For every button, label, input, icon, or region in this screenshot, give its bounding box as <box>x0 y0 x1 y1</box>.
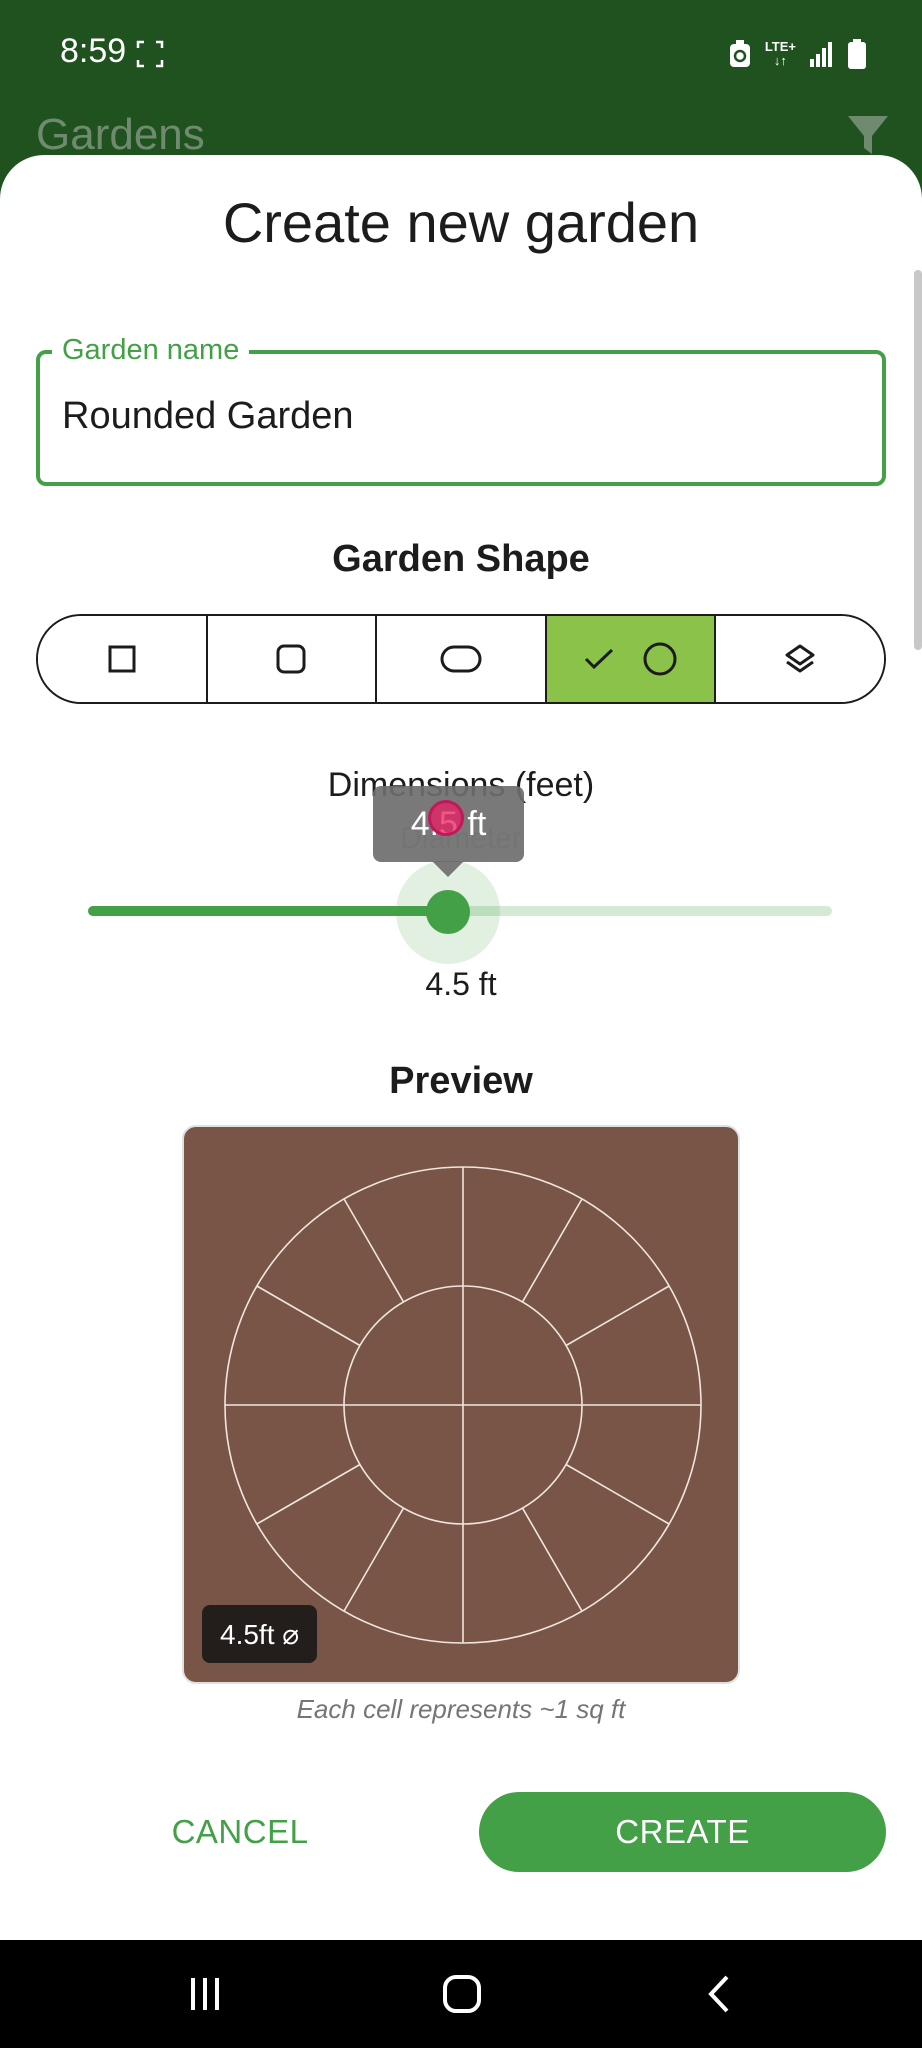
battery-icon <box>848 39 866 69</box>
outer-divider <box>565 1463 670 1525</box>
create-button[interactable]: CREATE <box>479 1792 886 1872</box>
outer-divider <box>565 1285 670 1347</box>
shape-option-circle[interactable] <box>546 616 717 702</box>
home-button[interactable] <box>432 1964 492 2024</box>
shape-option-pill[interactable] <box>377 616 547 702</box>
dialog-title: Create new garden <box>222 191 700 254</box>
outer-divider <box>521 1198 583 1303</box>
back-button[interactable] <box>690 1964 750 2024</box>
signal-icon <box>810 42 832 67</box>
layers-icon <box>785 644 815 673</box>
diameter-slider-active <box>88 906 448 916</box>
circle-icon <box>643 642 677 676</box>
circular-garden-grid <box>224 1166 702 1644</box>
scrollbar[interactable] <box>914 270 922 650</box>
data-saver-icon <box>729 40 750 67</box>
preview-caption: Each cell represents ~1 sq ft <box>296 1694 626 1724</box>
screenshot-icon <box>136 40 164 68</box>
shape-option-layers[interactable] <box>716 616 884 702</box>
filter-icon[interactable] <box>846 114 890 158</box>
diameter-value: 4.5 ft <box>425 966 497 1002</box>
home-icon <box>443 1975 481 2013</box>
check-icon <box>584 648 613 670</box>
status-time: 8:59 <box>60 32 127 70</box>
garden-preview: 4.5ft ⌀ <box>182 1125 740 1684</box>
status-icons: LTE+ ↓↑ <box>729 36 866 72</box>
diameter-slider-thumb[interactable] <box>426 890 470 934</box>
diameter-badge: 4.5ft ⌀ <box>202 1605 318 1663</box>
cancel-button[interactable]: CANCEL <box>140 1792 340 1872</box>
preview-title: Preview <box>389 1060 533 1102</box>
outer-divider <box>521 1507 583 1612</box>
outer-divider <box>256 1285 361 1347</box>
back-icon <box>708 1975 729 2013</box>
data-arrows-icon: ↓↑ <box>773 53 787 68</box>
garden-name-value[interactable]: Rounded Garden <box>62 395 354 438</box>
outer-divider <box>343 1198 405 1303</box>
app-bar-title: Gardens <box>36 110 205 159</box>
network-type: LTE+ ↓↑ <box>764 39 796 68</box>
shape-option-rounded-square[interactable] <box>207 616 378 702</box>
recents-icon <box>191 1978 219 2010</box>
garden-name-label: Garden name <box>52 334 250 367</box>
shape-option-square[interactable] <box>38 616 208 702</box>
square-icon <box>108 645 136 673</box>
shape-selector <box>36 614 886 704</box>
tooltip-arrow <box>432 861 464 877</box>
recents-button[interactable] <box>175 1964 235 2024</box>
touch-indicator <box>428 800 464 836</box>
outer-divider <box>256 1463 361 1525</box>
status-bar: 8:59 LTE+ ↓↑ <box>0 0 922 110</box>
system-nav-bar <box>0 1940 922 2048</box>
outer-divider <box>343 1507 405 1612</box>
garden-shape-title: Garden Shape <box>332 538 590 580</box>
pill-icon <box>440 645 482 673</box>
rounded-square-icon <box>276 644 306 674</box>
